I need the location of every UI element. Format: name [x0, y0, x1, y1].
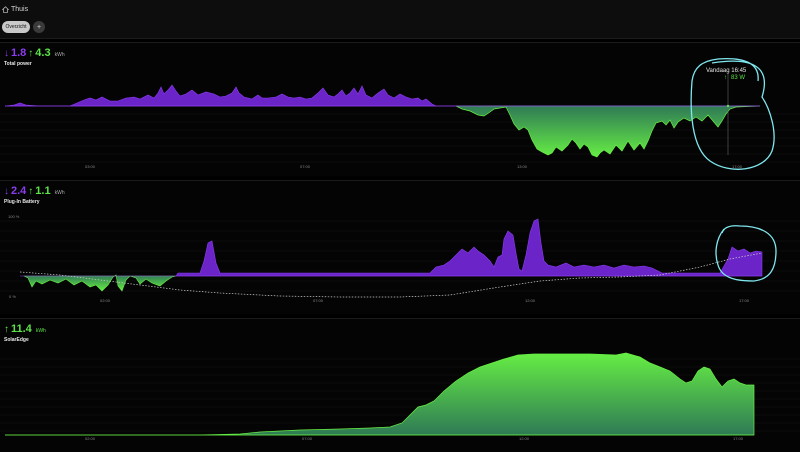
tooltip-value: 83 W — [731, 75, 745, 81]
solaredge-card: ↑ 11.4 kWh SolarEdge 02:00 07:00 12:00 1… — [0, 318, 800, 452]
x-tick: 03:00 — [85, 164, 96, 169]
x-tick: 02:00 — [85, 436, 96, 441]
x-tick: 12:00 — [519, 436, 530, 441]
charge-area — [23, 274, 177, 292]
tooltip-arrow-icon: ↑ — [724, 75, 727, 81]
x-tick: 17:00 — [733, 436, 744, 441]
battery-chart[interactable]: 100 % 0 % 02:00 07:00 12:00 17:00 — [0, 181, 800, 314]
solaredge-chart[interactable]: 02:00 07:00 12:00 17:00 — [0, 319, 800, 452]
production-area — [455, 105, 761, 158]
discharge-area — [175, 218, 763, 277]
tooltip-time: Vandaag 16:45 — [706, 68, 747, 74]
home-icon — [2, 6, 9, 13]
x-tick: 17:00 — [732, 164, 743, 169]
top-bar: Thuis Overzicht + — [0, 0, 800, 39]
consumption-area — [4, 84, 456, 107]
y-axis-top-label: 100 % — [8, 214, 20, 219]
battery-card: ↓ 2.4 ↑ 1.1 kWh Plug-In Battery 100 % 0 … — [0, 180, 800, 314]
x-tick: 13:00 — [517, 164, 528, 169]
tab-overview[interactable]: Overzicht — [2, 21, 30, 33]
x-tick: 17:00 — [739, 298, 750, 303]
x-tick: 07:00 — [302, 436, 313, 441]
total-power-card: ↓ 1.8 ↑ 4.3 kWh Total power Vandaag 16:4… — [0, 42, 800, 176]
y-axis-bottom-label: 0 % — [9, 294, 16, 299]
x-tick: 07:00 — [300, 164, 311, 169]
x-tick: 12:00 — [525, 298, 536, 303]
add-tab-button[interactable]: + — [33, 21, 45, 33]
total-power-chart[interactable]: Vandaag 16:45 ↑ 83 W 03:00 07:00 13:00 1… — [0, 43, 800, 176]
home-label: Thuis — [11, 6, 29, 13]
x-tick: 07:00 — [313, 298, 324, 303]
x-tick: 02:00 — [100, 298, 111, 303]
home-link[interactable]: Thuis — [2, 6, 28, 13]
